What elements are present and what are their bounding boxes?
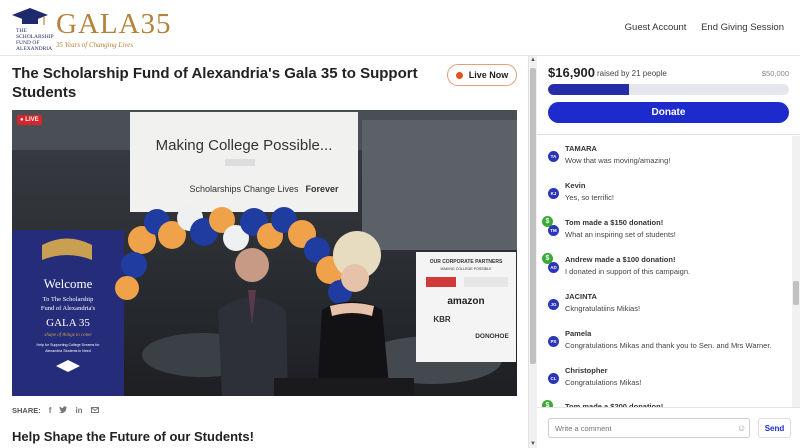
share-label: SHARE: xyxy=(12,406,41,415)
chat-author: Pamela xyxy=(565,329,592,338)
logo-tagline: 35 Years of Changing Lives xyxy=(56,41,134,49)
welcome-sub-3: shape of things to come xyxy=(44,333,92,338)
live-dot-icon xyxy=(455,71,463,79)
partners-title: OUR CORPORATE PARTNERS xyxy=(430,259,503,265)
chat-scrollbar-thumb[interactable] xyxy=(793,281,799,305)
avatar: KJ xyxy=(548,188,559,199)
welcome-gala: GALA 35 xyxy=(46,317,90,329)
live-badge-label: LIVE xyxy=(25,117,39,123)
partner-donohoe: DONOHOE xyxy=(475,333,509,340)
progress-bar-fill xyxy=(548,84,630,95)
avatar: PS xyxy=(548,336,559,347)
goal-amount: $50,000 xyxy=(761,69,789,78)
chat-text: Congratulations Mikas! xyxy=(565,378,642,387)
welcome-title: Welcome xyxy=(44,276,93,291)
chat-author: Andrew made a $100 donation! xyxy=(565,255,676,264)
page-scrollbar[interactable]: ▲ ▼ xyxy=(528,56,537,448)
donation-panel: $16,900 raised by 21 people $50,000 Dona… xyxy=(537,56,800,448)
amount-raised: $16,900 xyxy=(548,65,595,80)
comment-input[interactable] xyxy=(548,418,750,438)
avatar: JG xyxy=(548,299,559,310)
event-content: The Scholarship Fund of Alexandria's Gal… xyxy=(0,56,528,448)
chat-feed[interactable]: TA TAMARA Wow that was moving/amazing! KJ Ke… xyxy=(537,136,792,407)
video-frame: Making College Possible... Scholarships … xyxy=(12,110,517,396)
twitter-icon[interactable] xyxy=(59,406,68,415)
chat-author: Tom made a $150 donation! xyxy=(565,218,664,227)
scroll-down-arrow-icon[interactable]: ▼ xyxy=(530,441,536,447)
guest-account-link[interactable]: Guest Account xyxy=(625,22,687,33)
page-title: The Scholarship Fund of Alexandria's Gal… xyxy=(12,65,418,101)
welcome-sub-2: Fund of Alexandria's xyxy=(41,305,96,312)
avatar: AD xyxy=(548,262,559,273)
linkedin-icon[interactable]: in xyxy=(75,406,82,415)
chat-author: Kevin xyxy=(565,181,586,190)
header-nav: Guest Account End Giving Session xyxy=(613,22,784,33)
avatar: CL xyxy=(548,373,559,384)
graduation-cap-icon xyxy=(12,8,48,25)
welcome-sub-1: To The Scholarship xyxy=(43,296,94,303)
banner-line-3: Forever xyxy=(305,184,339,194)
chat-author: Christopher xyxy=(565,366,608,375)
facebook-icon[interactable]: f xyxy=(49,406,52,415)
chat-text: What an inspiring set of students! xyxy=(565,230,676,239)
avatar: TM xyxy=(548,225,559,236)
banner-line-1: Making College Possible... xyxy=(156,137,333,154)
donation-dollar-icon: $ xyxy=(542,253,553,264)
welcome-sub-5: Alexandria Students in Need xyxy=(45,349,91,353)
partner-kbr: KBR xyxy=(433,315,451,324)
banner-line-2: Scholarships Change Lives xyxy=(189,184,299,194)
raised-by-text: raised by 21 people xyxy=(597,69,667,78)
chat-author: TAMARA xyxy=(565,144,597,153)
comment-composer: ☺ Send xyxy=(537,407,800,448)
donation-dollar-icon: $ xyxy=(542,400,553,407)
partners-sub: MAKING COLLEGE POSSIBLE xyxy=(441,267,493,271)
section-heading: Help Shape the Future of our Students! xyxy=(12,429,254,444)
chat-text: Congratulations Mikas and thank you to S… xyxy=(565,341,772,350)
chat-author: JACINTA xyxy=(565,292,597,301)
top-header: THE SCHOLARSHIP FUND OF ALEXANDRIA GALA3… xyxy=(0,0,800,56)
send-button[interactable]: Send xyxy=(758,418,791,438)
emoji-icon[interactable]: ☺ xyxy=(737,423,746,433)
donate-button[interactable]: Donate xyxy=(548,102,789,123)
panel-divider xyxy=(537,134,800,135)
live-video-player[interactable]: Making College Possible... Scholarships … xyxy=(12,110,517,396)
email-icon[interactable] xyxy=(90,406,99,415)
gala-logo[interactable]: THE SCHOLARSHIP FUND OF ALEXANDRIA GALA3… xyxy=(10,6,185,52)
avatar: TA xyxy=(548,151,559,162)
live-now-button[interactable]: Live Now xyxy=(447,64,517,86)
scroll-up-arrow-icon[interactable]: ▲ xyxy=(530,57,536,63)
page-scrollbar-thumb[interactable] xyxy=(530,68,536,364)
chat-text: Ckngratulatiins Mikias! xyxy=(565,304,641,313)
partner-amazon: amazon xyxy=(447,296,484,307)
share-row: SHARE: f in xyxy=(12,406,99,415)
logo-gala-text: GALA35 xyxy=(56,8,172,40)
progress-bar xyxy=(548,84,789,95)
chat-text: Wow that was moving/amazing! xyxy=(565,156,671,165)
end-giving-session-link[interactable]: End Giving Session xyxy=(701,22,784,33)
live-badge: ● LIVE xyxy=(17,115,42,125)
welcome-sub-4: Help for Supporting College Dreams for xyxy=(37,343,101,347)
chat-text: I donated in support of this campaign. xyxy=(565,267,691,276)
donation-dollar-icon: $ xyxy=(542,216,553,227)
live-now-label: Live Now xyxy=(468,70,509,80)
chat-text: Yes, so terrific! xyxy=(565,193,614,202)
chat-scrollbar[interactable] xyxy=(792,136,800,407)
